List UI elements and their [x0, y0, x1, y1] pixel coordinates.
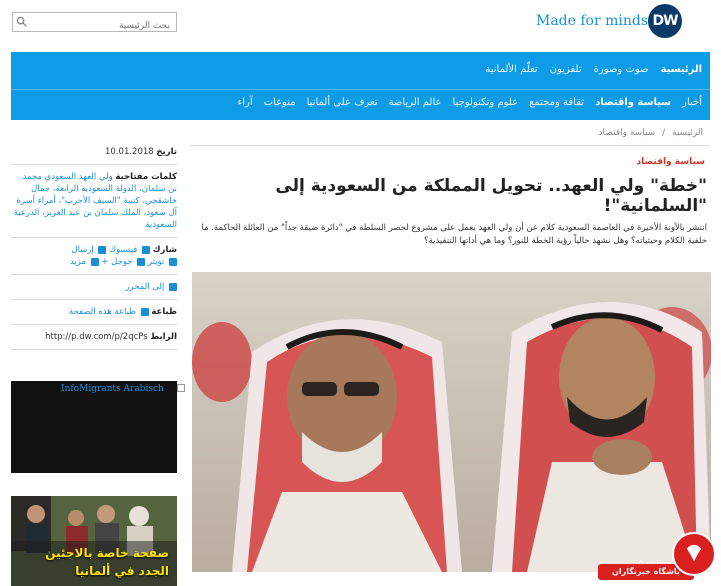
print-row: طباعة طباعة هذه الصفحة	[11, 306, 177, 318]
nav-divider	[11, 89, 710, 90]
more-icon[interactable]	[90, 257, 99, 266]
date-row: تاريخ 10.01.2018	[11, 146, 177, 158]
share-more[interactable]: مزيد	[70, 257, 86, 267]
share-email[interactable]: إرسال	[71, 245, 93, 255]
infomigrants-promo[interactable]: InfoMigrants Arabisch	[11, 381, 185, 473]
nav-item-culture[interactable]: ثقافة ومجتمع	[529, 97, 584, 108]
nav-item-sport[interactable]: عالم الرياضة	[389, 97, 442, 108]
article-photo-image	[192, 272, 711, 572]
main-navigation: الرئيسية صوت وصورة تلفزيون تعلّم الألمان…	[11, 52, 710, 120]
permalink-value[interactable]: http://p.dw.com/p/2qcPs	[45, 332, 148, 342]
sidebar-divider	[11, 349, 177, 350]
nav-item-politics[interactable]: سياسة واقتصاد	[595, 97, 671, 108]
print-label: طباعة	[151, 307, 177, 317]
breadcrumb: الرئيسية / سياسة واقتصاد	[597, 128, 705, 138]
watermark-logo-icon	[672, 532, 716, 576]
permalink-label: الرابط	[150, 332, 177, 342]
sidebar-divider	[11, 164, 177, 165]
google-plus-icon[interactable]	[137, 257, 146, 266]
breadcrumb-divider	[190, 145, 710, 146]
nav-item-home[interactable]: الرئيسية	[660, 64, 702, 75]
date-value: 10.01.2018	[105, 147, 154, 157]
article-sidebar: تاريخ 10.01.2018 كلمات مفتاحية ولي العهد…	[11, 146, 177, 356]
share-twitter[interactable]: تويتر	[148, 257, 164, 267]
sidebar-divider	[11, 299, 177, 300]
print-link[interactable]: طباعة هذه الصفحة	[69, 307, 136, 317]
to-editor-link[interactable]: إلى المحرر	[125, 282, 164, 292]
share-facebook[interactable]: فيسبوك	[109, 245, 137, 255]
feedback-icon[interactable]	[169, 282, 177, 291]
share-google[interactable]: جوجل +	[101, 257, 132, 267]
sidebar-divider	[11, 237, 177, 238]
search-field[interactable]	[12, 12, 177, 35]
article-lead: انتشر بالآونة الأخيرة في العاصمة السعودي…	[201, 223, 707, 246]
article-headline: "خطة" ولي العهد.. تحويل المملكة من السعو…	[275, 176, 707, 216]
share-row-2: تويتر جوجل + مزيد	[11, 256, 177, 268]
share-row: شارك فيسبوك إرسال	[11, 244, 177, 256]
nav-item-learn-german[interactable]: تعلّم الألمانية	[485, 64, 537, 75]
breadcrumb-separator: /	[662, 128, 666, 138]
keywords-row: كلمات مفتاحية ولي العهد السعودي محمد بن …	[11, 171, 177, 231]
keywords-label: كلمات مفتاحية	[115, 172, 177, 182]
nav-item-media[interactable]: صوت وصورة	[594, 64, 649, 75]
nav-item-misc[interactable]: منوعات	[264, 97, 296, 108]
share-label: شارك	[152, 245, 177, 255]
nav-item-science[interactable]: علوم وتكنولوجيا	[452, 97, 518, 108]
tagline: Made for minds.	[536, 13, 653, 29]
watermark-badge: باشگاه خبرنگاران	[598, 530, 720, 586]
permalink-row: الرابط http://p.dw.com/p/2qcPs	[11, 331, 177, 343]
sidebar-divider	[11, 274, 177, 275]
facebook-icon[interactable]	[142, 245, 151, 254]
search-input[interactable]	[13, 17, 176, 35]
nav-secondary-row: أخبار سياسة واقتصاد ثقافة ومجتمع علوم وت…	[238, 97, 702, 108]
nav-primary-row: الرئيسية صوت وصورة تلفزيون تعلّم الألمان…	[485, 64, 702, 75]
nav-item-news[interactable]: أخبار	[682, 97, 702, 108]
search-icon[interactable]	[16, 16, 27, 27]
refugees-promo-title: صفحة خاصة بالاجئين الجدد في ألمانيا	[45, 546, 169, 578]
broken-image-icon	[177, 384, 185, 392]
breadcrumb-section[interactable]: سياسة واقتصاد	[599, 128, 656, 138]
nav-item-germany[interactable]: تعرف على ألمانيا	[307, 97, 378, 108]
nav-item-opinions[interactable]: آراء	[238, 97, 253, 108]
article-photo: © picture-alliance/a	[192, 272, 711, 572]
twitter-icon[interactable]	[169, 257, 177, 266]
breadcrumb-home[interactable]: الرئيسية	[672, 128, 703, 138]
infomigrants-promo-label: InfoMigrants Arabisch	[61, 384, 164, 394]
date-label: تاريخ	[156, 147, 177, 157]
to-editor-row: إلى المحرر	[11, 281, 177, 293]
article-section-label[interactable]: سياسة واقتصاد	[637, 157, 705, 167]
nav-item-tv[interactable]: تلفزيون	[550, 64, 582, 75]
print-icon[interactable]	[140, 307, 149, 316]
mail-icon[interactable]	[98, 245, 107, 254]
sidebar-divider	[11, 324, 177, 325]
dw-logo[interactable]: DW	[648, 4, 682, 38]
refugees-promo[interactable]: صفحة خاصة بالاجئين الجدد في ألمانيا	[11, 496, 177, 586]
